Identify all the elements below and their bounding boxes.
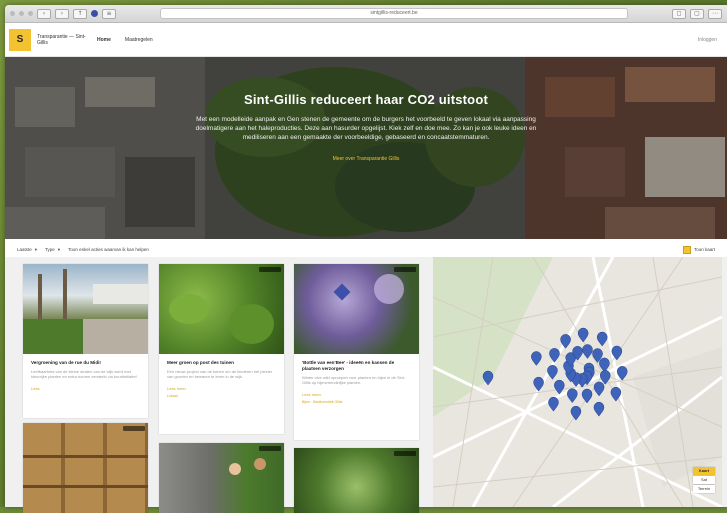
hero-description: Met een modelleide aanpak en Gen stenen …	[194, 115, 539, 142]
menu-button[interactable]: ⋯	[708, 9, 722, 19]
card-meta: Bijen · Biodiversiteit Gillis	[294, 397, 419, 404]
card-image	[294, 448, 419, 513]
card-image	[23, 264, 148, 354]
chevron-down-icon: ▾	[35, 247, 37, 253]
hero-title: Sint-Gillis reduceert haar CO2 uitstoot	[5, 92, 727, 107]
site-header: S Transparantie — Sint-Gillis Home Maatr…	[5, 23, 727, 57]
site-logo[interactable]: S	[9, 29, 31, 51]
card-more-link[interactable]: Lees	[23, 380, 148, 391]
extension-icon[interactable]	[91, 10, 98, 17]
hero-banner: Sint-Gillis reduceert haar CO2 uitstoot …	[5, 57, 727, 239]
action-card[interactable]	[159, 443, 284, 513]
card-title: Meer groen op post des tuinen	[159, 354, 284, 366]
reader-button[interactable]: ◻	[672, 9, 686, 19]
action-card[interactable]: Vergroening van de rue du Midi! Leefbaar…	[23, 264, 148, 418]
nav-home[interactable]: Home	[97, 37, 111, 43]
tabs-button[interactable]: ▢	[690, 9, 704, 19]
map-type-terrain[interactable]: Terrein	[693, 485, 715, 493]
checkbox-icon	[683, 246, 691, 254]
main-nav: Home Maatregelen	[97, 37, 153, 43]
card-image	[159, 443, 284, 513]
window-close-control[interactable]	[10, 11, 15, 16]
card-badge	[394, 451, 416, 456]
browser-toolbar: ‹ › ↑ ≡ sintgillis-reduceert.be ◻ ▢ ⋯	[5, 5, 727, 23]
card-title: 'Bottle van een'Bee' - ideeën en kansen …	[294, 354, 419, 372]
map-type-controls: Kaart Sat Terrein	[693, 467, 715, 493]
card-more-link[interactable]: Lees meer	[159, 380, 284, 391]
card-badge	[123, 426, 145, 431]
map-toggle-label: Toon kaart	[694, 247, 715, 252]
share-button[interactable]: ↑	[73, 9, 87, 19]
map-panel[interactable]: Kaart Sat Terrein	[433, 257, 722, 507]
forward-button[interactable]: ›	[55, 9, 69, 19]
address-bar[interactable]: sintgillis-reduceert.be	[160, 8, 628, 19]
type-select-label: Type	[45, 247, 55, 252]
action-card[interactable]	[23, 423, 148, 513]
map-type-map[interactable]: Kaart	[693, 467, 715, 475]
card-title: Vergroening van de rue du Midi!	[23, 354, 148, 366]
card-badge	[259, 446, 281, 451]
filter-description[interactable]: Toon enkel acties waarvan ik kan helpen	[68, 247, 149, 252]
window-minimize-control[interactable]	[19, 11, 24, 16]
card-image	[159, 264, 284, 354]
action-card[interactable]	[294, 448, 419, 513]
nav-maatregelen[interactable]: Maatregelen	[125, 37, 153, 43]
card-body: Leefbaarheid van de kleine straten van d…	[23, 366, 148, 380]
card-image	[294, 264, 419, 354]
sort-select[interactable]: Laatste ▾	[17, 247, 37, 253]
card-image	[23, 423, 148, 513]
type-select[interactable]: Type ▾	[45, 247, 60, 253]
card-badge	[259, 267, 281, 272]
site-brand[interactable]: Transparantie — Sint-Gillis	[37, 34, 87, 46]
hero-more-link[interactable]: Meer over Transparantie Gillis	[5, 156, 727, 162]
sidebar-button[interactable]: ≡	[102, 9, 116, 19]
action-card[interactable]: Meer groen op post des tuinen Een nieuw …	[159, 264, 284, 434]
back-button[interactable]: ‹	[37, 9, 51, 19]
hero-content: Sint-Gillis reduceert haar CO2 uitstoot …	[5, 92, 727, 162]
sort-select-label: Laatste	[17, 247, 32, 252]
card-meta: Lokaal	[159, 391, 284, 398]
action-card[interactable]: 'Bottle van een'Bee' - ideeën en kansen …	[294, 264, 419, 440]
map-type-satellite[interactable]: Sat	[693, 476, 715, 484]
street-map[interactable]	[433, 257, 722, 507]
chevron-down-icon: ▾	[58, 247, 60, 253]
card-body: Een nieuw project van de tuinen om de ki…	[159, 366, 284, 380]
login-link[interactable]: Inloggen	[698, 37, 723, 43]
card-more-link[interactable]: Lees meer	[294, 386, 419, 397]
window-zoom-control[interactable]	[28, 11, 33, 16]
card-badge	[394, 267, 416, 272]
map-toggle[interactable]: Toon kaart	[683, 246, 715, 254]
card-body: Winter vive wild oproepen voor planten e…	[294, 372, 419, 386]
